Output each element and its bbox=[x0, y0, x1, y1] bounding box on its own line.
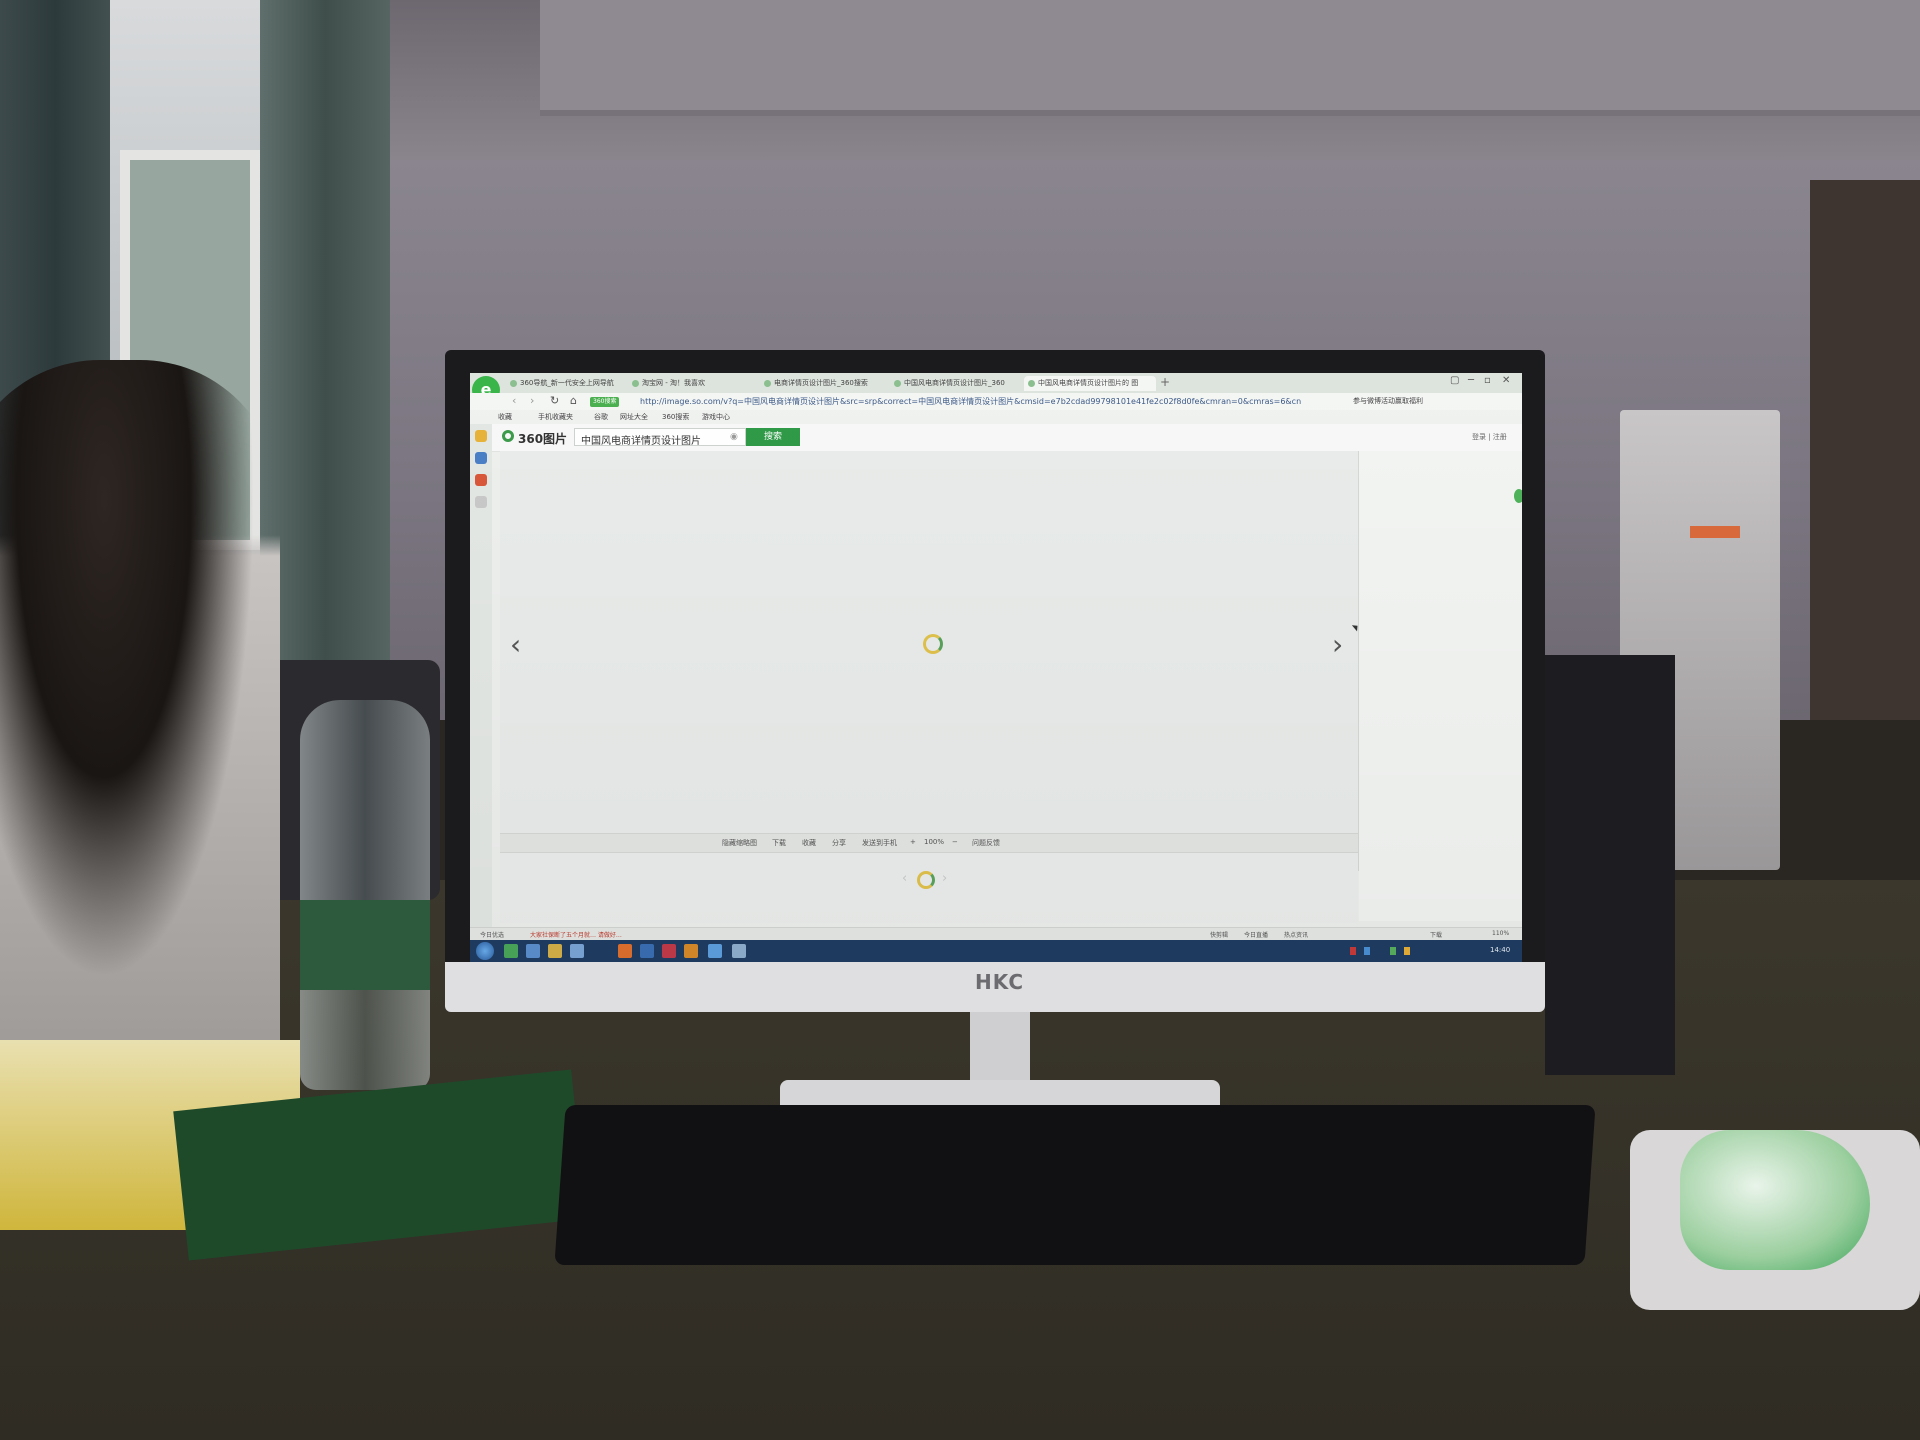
download-button[interactable]: 下载 bbox=[772, 838, 786, 848]
taskbar-clock[interactable]: 14:40 bbox=[1490, 946, 1510, 954]
thumbs-prev-icon[interactable]: ‹ bbox=[902, 871, 907, 886]
tab-bar: 360导航_新一代安全上网导航 淘宝网 - 淘！我喜欢 电商详情页设计图片_36… bbox=[470, 373, 1522, 393]
reload-icon[interactable]: ↻ bbox=[550, 394, 559, 407]
prev-image-button[interactable]: ‹ bbox=[510, 631, 521, 659]
favorite-game-center[interactable]: 游戏中心 bbox=[702, 412, 730, 422]
search-button[interactable]: 搜索 bbox=[746, 428, 800, 446]
status-live[interactable]: 今日直播 bbox=[1244, 930, 1268, 939]
new-tab-button[interactable]: + bbox=[1160, 375, 1170, 389]
image-viewer: ‹ › bbox=[500, 451, 1358, 833]
favorite-collect[interactable]: 收藏 bbox=[498, 412, 512, 422]
taskbar: 14:40 bbox=[470, 940, 1522, 962]
air-conditioner-display bbox=[1690, 526, 1740, 538]
tab-chinese-style-images[interactable]: 中国风电商详情页设计图片_360 bbox=[890, 376, 1014, 391]
logo-icon bbox=[502, 430, 514, 442]
restore-icon[interactable]: ▢ bbox=[1450, 375, 1459, 386]
next-image-button[interactable]: › bbox=[1332, 631, 1343, 659]
close-icon[interactable]: ✕ bbox=[1502, 375, 1510, 386]
home-icon[interactable]: ⌂ bbox=[570, 394, 577, 407]
weibo-icon[interactable] bbox=[475, 474, 487, 486]
collect-button[interactable]: 收藏 bbox=[802, 838, 816, 848]
water-bottle-label bbox=[300, 900, 430, 990]
tab-active-image-viewer[interactable]: 中国风电商详情页设计图片的 图 bbox=[1024, 376, 1156, 391]
page-header: 360图片 中国风电商详情页设计图片 ◉ 搜索 登录 | 注册 bbox=[492, 424, 1522, 452]
status-news-ticker[interactable]: 大家社保断了五个月就… 请做好… bbox=[530, 930, 622, 939]
tab-360-nav[interactable]: 360导航_新一代安全上网导航 bbox=[506, 376, 630, 391]
taskbar-word-icon[interactable] bbox=[640, 944, 654, 958]
favorite-360-search[interactable]: 360搜索 bbox=[662, 412, 689, 422]
feedback-button[interactable]: 问题反馈 bbox=[972, 838, 1000, 848]
keyboard bbox=[554, 1105, 1596, 1265]
tab-search-images[interactable]: 电商详情页设计图片_360搜索 bbox=[760, 376, 884, 391]
start-button-icon[interactable] bbox=[476, 942, 494, 960]
forward-icon[interactable]: › bbox=[530, 394, 534, 407]
minimize-icon[interactable]: ─ bbox=[1468, 375, 1474, 386]
settings-icon[interactable] bbox=[475, 496, 487, 508]
address-bar: ‹ › ↻ ⌂ 360搜索 http://image.so.com/v?q=中国… bbox=[470, 393, 1522, 410]
camera-icon[interactable]: ◉ bbox=[730, 432, 738, 442]
pc-tower bbox=[1545, 655, 1675, 1075]
status-today-picks[interactable]: 今日优选 bbox=[480, 930, 504, 939]
share-button[interactable]: 分享 bbox=[832, 838, 846, 848]
browser-sidebar bbox=[470, 424, 492, 927]
bookshelf bbox=[1810, 180, 1920, 720]
taskbar-ie-icon[interactable] bbox=[526, 944, 540, 958]
taskbar-firefox-icon[interactable] bbox=[618, 944, 632, 958]
star-icon[interactable] bbox=[475, 430, 487, 442]
zoom-in-button[interactable]: + bbox=[910, 838, 916, 846]
favorites-bar: 收藏 手机收藏夹 谷歌 网址大全 360搜索 游戏中心 bbox=[470, 410, 1522, 425]
search-query: 中国风电商详情页设计图片 bbox=[581, 436, 701, 447]
favorite-mobile[interactable]: 手机收藏夹 bbox=[538, 412, 573, 422]
search-input[interactable]: 中国风电商详情页设计图片 ◉ bbox=[574, 428, 746, 447]
send-to-phone-button[interactable]: 发送到手机 bbox=[862, 838, 897, 848]
thumbs-loading-spinner-icon bbox=[917, 871, 935, 889]
ceiling-panel bbox=[540, 0, 1920, 116]
taskbar-chat-icon[interactable] bbox=[732, 944, 746, 958]
thumbnail-strip: ‹ › bbox=[500, 853, 1358, 923]
status-bar: 今日优选 大家社保断了五个月就… 请做好… 快剪辑 今日直播 热点资讯 下载 1… bbox=[470, 927, 1522, 941]
screen: 360导航_新一代安全上网导航 淘宝网 - 淘！我喜欢 电商详情页设计图片_36… bbox=[470, 373, 1522, 962]
tab-taobao[interactable]: 淘宝网 - 淘！我喜欢 bbox=[628, 376, 752, 391]
zoom-level: 100% bbox=[924, 838, 945, 846]
maximize-icon[interactable]: ▫ bbox=[1484, 375, 1491, 386]
search-engine-badge[interactable]: 360搜索 bbox=[590, 397, 620, 407]
taskbar-app-icon[interactable] bbox=[570, 944, 584, 958]
favorite-sites[interactable]: 网址大全 bbox=[620, 412, 648, 422]
hide-thumbnails-button[interactable]: 隐藏缩略图 bbox=[722, 838, 757, 848]
monitor-brand: HKC bbox=[975, 970, 1025, 994]
promo-link[interactable]: 参与微博活动赢取福利 bbox=[1353, 396, 1423, 406]
thumbs-next-icon[interactable]: › bbox=[942, 871, 947, 886]
taskbar-browser-icon[interactable] bbox=[504, 944, 518, 958]
taskbar-active-app-icon[interactable] bbox=[708, 944, 722, 958]
taskbar-red-app-icon[interactable] bbox=[662, 944, 676, 958]
person bbox=[0, 360, 280, 1060]
feedback-badge[interactable] bbox=[1514, 489, 1522, 503]
favorite-google[interactable]: 谷歌 bbox=[594, 412, 608, 422]
status-zoom[interactable]: 110% bbox=[1492, 930, 1509, 937]
zoom-out-button[interactable]: − bbox=[952, 838, 958, 846]
system-tray-icons[interactable] bbox=[1350, 947, 1480, 955]
site-logo[interactable]: 360图片 bbox=[518, 430, 567, 447]
taskbar-orange-app-icon[interactable] bbox=[684, 944, 698, 958]
taskbar-folder-icon[interactable] bbox=[548, 944, 562, 958]
login-link[interactable]: 登录 | 注册 bbox=[1472, 432, 1507, 442]
url-input[interactable]: http://image.so.com/v?q=中国风电商详情页设计图片&src… bbox=[640, 396, 1301, 407]
back-icon[interactable]: ‹ bbox=[512, 394, 516, 407]
status-download[interactable]: 下载 bbox=[1430, 930, 1442, 939]
loading-spinner-icon bbox=[923, 634, 943, 654]
status-quick-edit[interactable]: 快剪辑 bbox=[1210, 930, 1228, 939]
water-bottle bbox=[300, 700, 430, 1090]
mouse bbox=[1680, 1130, 1870, 1270]
status-hot-news[interactable]: 热点资讯 bbox=[1284, 930, 1308, 939]
viewer-toolbar: 隐藏缩略图 下载 收藏 分享 发送到手机 + 100% − 问题反馈 bbox=[500, 833, 1358, 853]
notes-icon[interactable] bbox=[475, 452, 487, 464]
image-info-panel bbox=[1359, 451, 1522, 921]
